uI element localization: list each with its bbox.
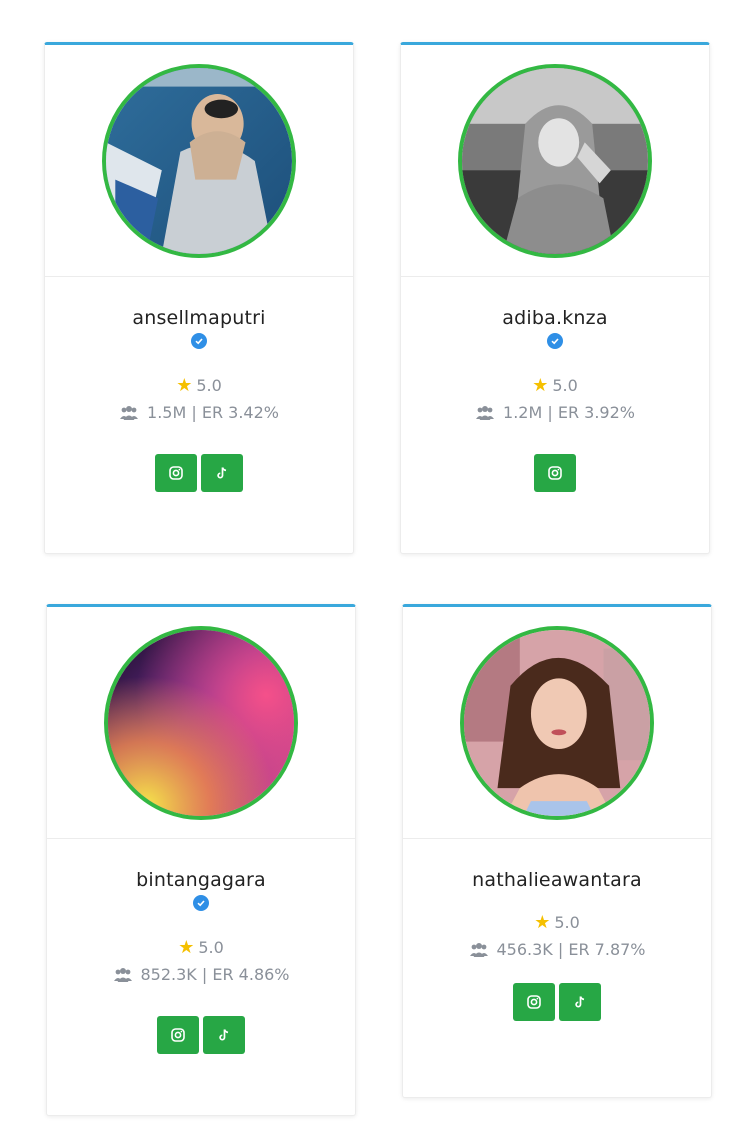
stats-text: 456.3K | ER 7.87% xyxy=(496,940,646,959)
tiktok-button[interactable] xyxy=(559,983,601,1021)
avatar[interactable] xyxy=(458,63,652,258)
username[interactable]: bintangagara xyxy=(47,869,355,891)
stats-text: 1.2M | ER 3.92% xyxy=(503,403,635,422)
avatar[interactable] xyxy=(104,625,298,820)
username[interactable]: adiba.knza xyxy=(401,307,709,329)
stats-text: 1.5M | ER 3.42% xyxy=(147,403,279,422)
instagram-button[interactable] xyxy=(155,454,197,492)
social-buttons xyxy=(403,983,711,1021)
follower-stats: 852.3K | ER 4.86% xyxy=(47,965,355,984)
rating-value: 5.0 xyxy=(552,376,578,395)
tiktok-icon xyxy=(219,1029,229,1041)
avatar[interactable] xyxy=(102,63,296,258)
follower-stats: 1.5M | ER 3.42% xyxy=(45,403,353,422)
tiktok-button[interactable] xyxy=(201,454,243,492)
influencer-card[interactable]: nathalieawantara ★ 5.0 456.3K | ER 7.87% xyxy=(402,604,712,1098)
avatar-photo xyxy=(462,67,648,254)
card-avatar-area xyxy=(403,607,711,839)
avatar-photo xyxy=(464,629,650,816)
card-body: adiba.knza ★ 5.0 1.2M | ER 3.92% xyxy=(401,277,709,492)
star-icon: ★ xyxy=(176,374,193,396)
star-icon: ★ xyxy=(532,374,549,396)
social-buttons xyxy=(401,454,709,492)
influencer-card[interactable]: adiba.knza ★ 5.0 1.2M | ER 3.92% xyxy=(400,42,710,554)
social-buttons xyxy=(45,454,353,492)
card-avatar-area xyxy=(401,45,709,277)
rating: ★ 5.0 xyxy=(47,938,355,957)
users-icon xyxy=(119,405,139,421)
stats-text: 852.3K | ER 4.86% xyxy=(140,965,290,984)
username[interactable]: nathalieawantara xyxy=(403,869,711,891)
instagram-icon xyxy=(171,1028,185,1042)
check-badge-icon xyxy=(191,333,207,349)
instagram-button[interactable] xyxy=(534,454,576,492)
star-icon: ★ xyxy=(178,936,195,958)
rating-value: 5.0 xyxy=(554,913,580,932)
social-buttons xyxy=(47,1016,355,1054)
star-icon: ★ xyxy=(534,911,551,933)
users-icon xyxy=(113,967,133,983)
influencer-card[interactable]: ansellmaputri ★ 5.0 1.5M | ER 3.42% xyxy=(44,42,354,554)
rating: ★ 5.0 xyxy=(403,913,711,932)
card-avatar-area xyxy=(45,45,353,277)
card-body: nathalieawantara ★ 5.0 456.3K | ER 7.87% xyxy=(403,839,711,1021)
follower-stats: 456.3K | ER 7.87% xyxy=(403,940,711,959)
rating: ★ 5.0 xyxy=(45,376,353,395)
avatar-photo xyxy=(108,629,294,816)
avatar[interactable] xyxy=(460,625,654,820)
instagram-icon xyxy=(169,466,183,480)
tiktok-icon xyxy=(217,467,227,479)
follower-stats: 1.2M | ER 3.92% xyxy=(401,403,709,422)
card-avatar-area xyxy=(47,607,355,839)
users-icon xyxy=(469,942,489,958)
influencer-card[interactable]: bintangagara ★ 5.0 852.3K | ER 4.86% xyxy=(46,604,356,1116)
username[interactable]: ansellmaputri xyxy=(45,307,353,329)
instagram-button[interactable] xyxy=(157,1016,199,1054)
instagram-icon xyxy=(527,995,541,1009)
users-icon xyxy=(475,405,495,421)
rating-value: 5.0 xyxy=(198,938,224,957)
card-body: ansellmaputri ★ 5.0 1.5M | ER 3.42% xyxy=(45,277,353,492)
avatar-photo xyxy=(106,67,292,254)
tiktok-icon xyxy=(575,996,585,1008)
rating: ★ 5.0 xyxy=(401,376,709,395)
instagram-icon xyxy=(548,466,562,480)
check-badge-icon xyxy=(547,333,563,349)
instagram-button[interactable] xyxy=(513,983,555,1021)
check-badge-icon xyxy=(193,895,209,911)
tiktok-button[interactable] xyxy=(203,1016,245,1054)
rating-value: 5.0 xyxy=(196,376,222,395)
card-body: bintangagara ★ 5.0 852.3K | ER 4.86% xyxy=(47,839,355,1054)
